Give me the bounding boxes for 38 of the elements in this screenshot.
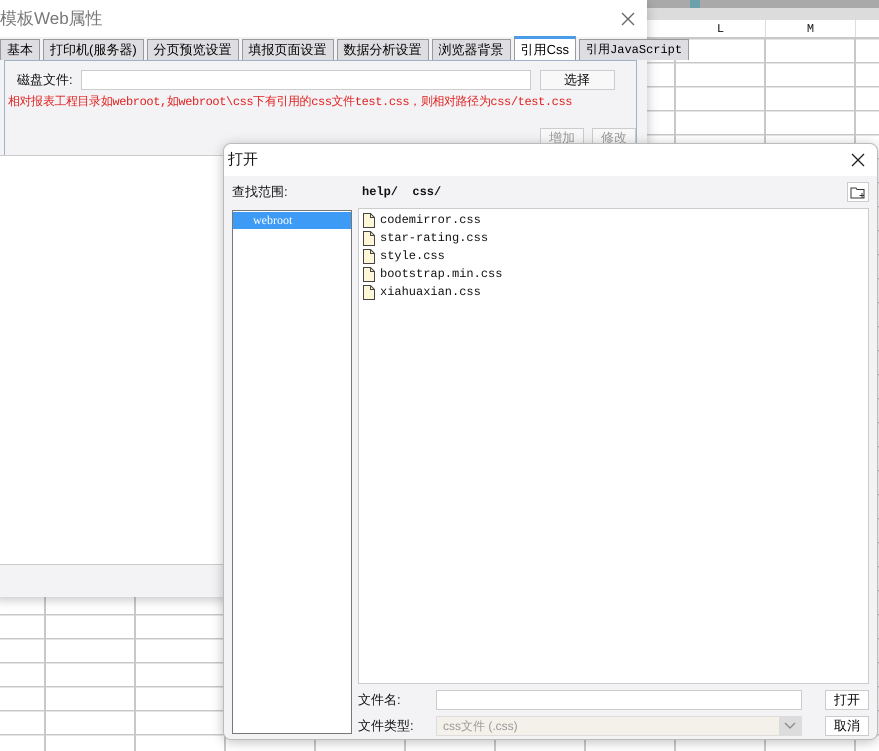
column-header: M: [766, 20, 856, 37]
look-in-label: 查找范围:: [232, 183, 289, 201]
new-folder-button[interactable]: [847, 182, 869, 202]
tab[interactable]: 引用Css: [514, 36, 576, 60]
file-item[interactable]: bootstrap.min.css: [380, 265, 502, 283]
field-label: 磁盘文件:: [17, 71, 73, 90]
file-icon: [363, 266, 375, 282]
cancel-button[interactable]: 取消: [825, 716, 869, 736]
open-button[interactable]: 打开: [825, 690, 869, 710]
file-icon: [363, 212, 375, 228]
file-icon: [363, 230, 375, 246]
tab[interactable]: 打印机(服务器): [43, 39, 144, 60]
field-label: 文件名:: [358, 691, 402, 710]
file-item[interactable]: xiahuaxian.css: [380, 283, 481, 301]
tab[interactable]: 基本: [0, 39, 40, 60]
chevron-down-icon: [784, 722, 796, 730]
window-title: 模板Web属性: [0, 8, 103, 30]
hint-text: 相对报表工程目录如webroot,如webroot\css下有引用的css文件test.css，则相对路径为css/test.css: [7, 94, 574, 111]
field-label: 文件类型:: [358, 717, 415, 736]
tab[interactable]: 填报页面设置: [242, 39, 334, 60]
dialog-title: 打开: [228, 150, 258, 170]
path-text: help/ css/: [361, 184, 442, 201]
tab[interactable]: 分页预览设置: [146, 39, 239, 60]
file-item[interactable]: star-rating.css: [380, 229, 488, 247]
column-header: L: [676, 20, 766, 37]
tab[interactable]: 引用JavaScript: [579, 39, 690, 60]
new-folder-icon: [850, 185, 866, 199]
file-name-field[interactable]: [436, 690, 802, 710]
tab[interactable]: 数据分析设置: [336, 39, 429, 60]
tab[interactable]: 浏览器背景: [432, 39, 511, 60]
file-icon: [363, 284, 375, 300]
file-icon: [363, 248, 375, 264]
close-icon[interactable]: [851, 153, 865, 167]
file-item[interactable]: style.css: [380, 247, 445, 265]
choose-button[interactable]: 选择: [540, 70, 615, 90]
sheet-tab-marker[interactable]: [690, 0, 700, 8]
file-item[interactable]: codemirror.css: [380, 211, 481, 229]
disk-file-field[interactable]: [80, 70, 531, 90]
